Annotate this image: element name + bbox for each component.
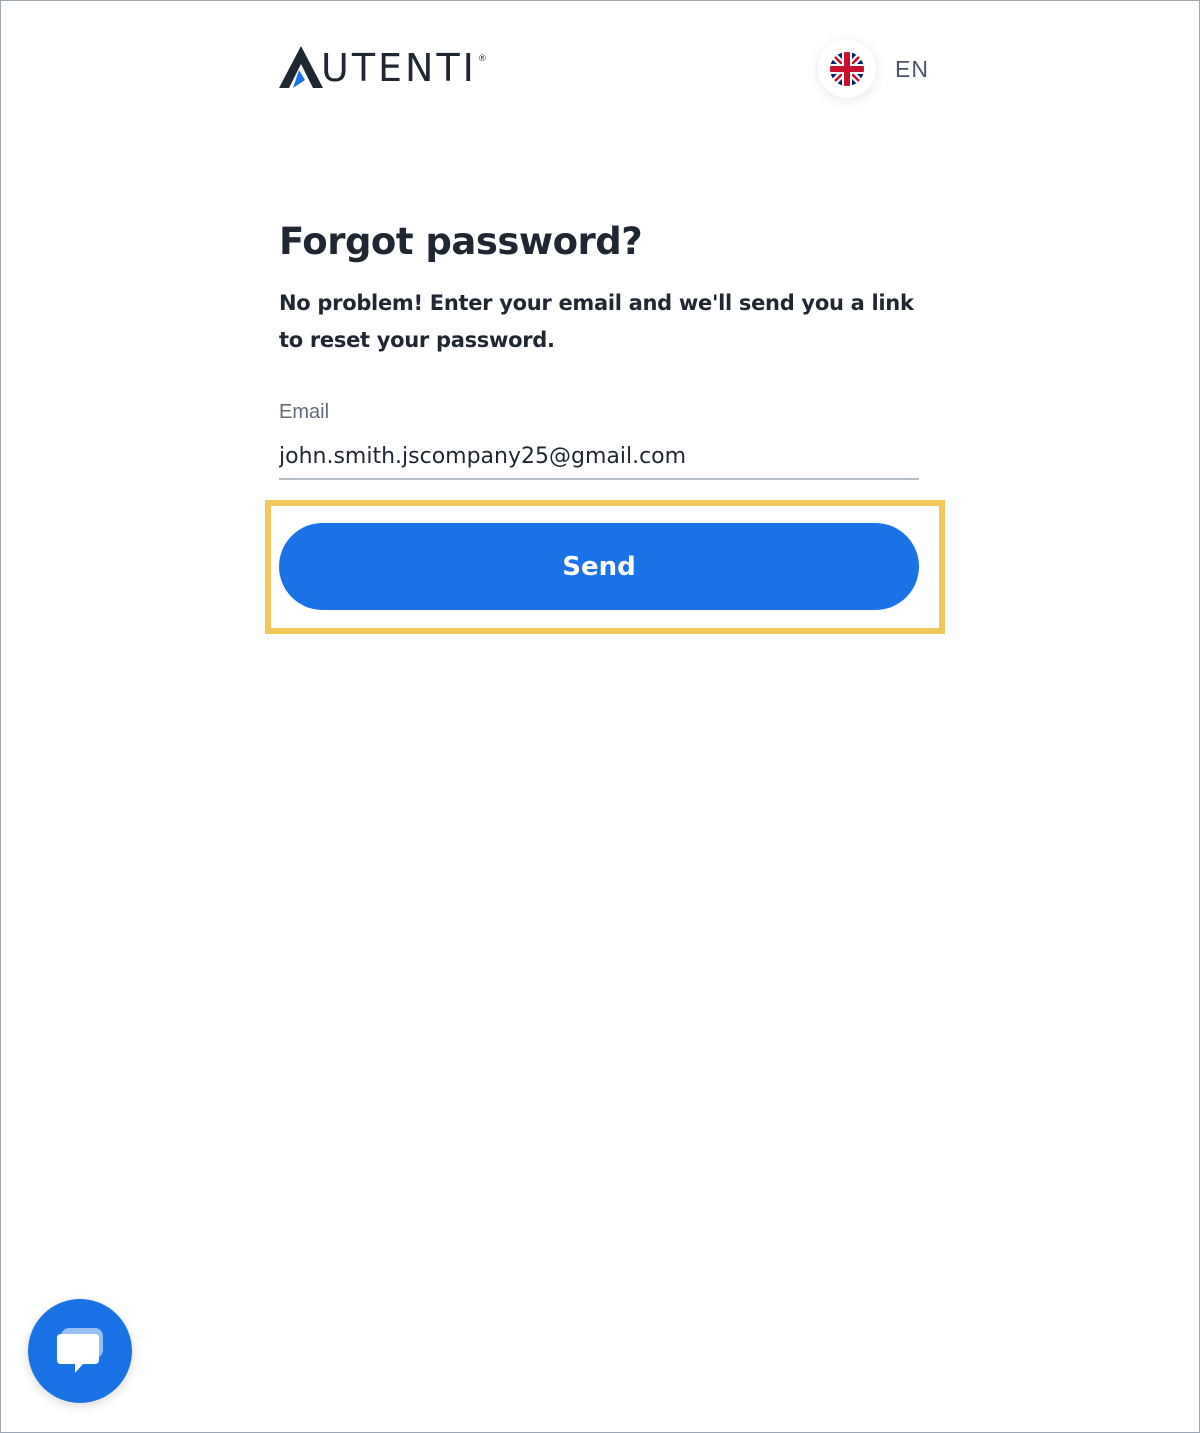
chat-widget-button[interactable] — [28, 1299, 132, 1403]
registered-mark: ® — [477, 54, 487, 64]
logo-text: UTENTI — [321, 46, 477, 90]
autenti-logo[interactable]: UTENTI ® — [279, 42, 487, 88]
uk-flag-icon — [830, 52, 864, 86]
email-label: Email — [279, 401, 330, 423]
email-field[interactable] — [279, 434, 919, 480]
language-selector[interactable]: EN — [818, 40, 929, 98]
logo-mark-icon — [279, 46, 323, 88]
flag-button[interactable] — [818, 40, 876, 98]
chat-bubble-icon — [57, 1328, 103, 1373]
language-code[interactable]: EN — [895, 56, 929, 83]
page-subtitle: No problem! Enter your email and we'll s… — [279, 291, 914, 352]
page-title: Forgot password? — [279, 220, 643, 263]
send-button[interactable]: Send — [279, 523, 919, 610]
